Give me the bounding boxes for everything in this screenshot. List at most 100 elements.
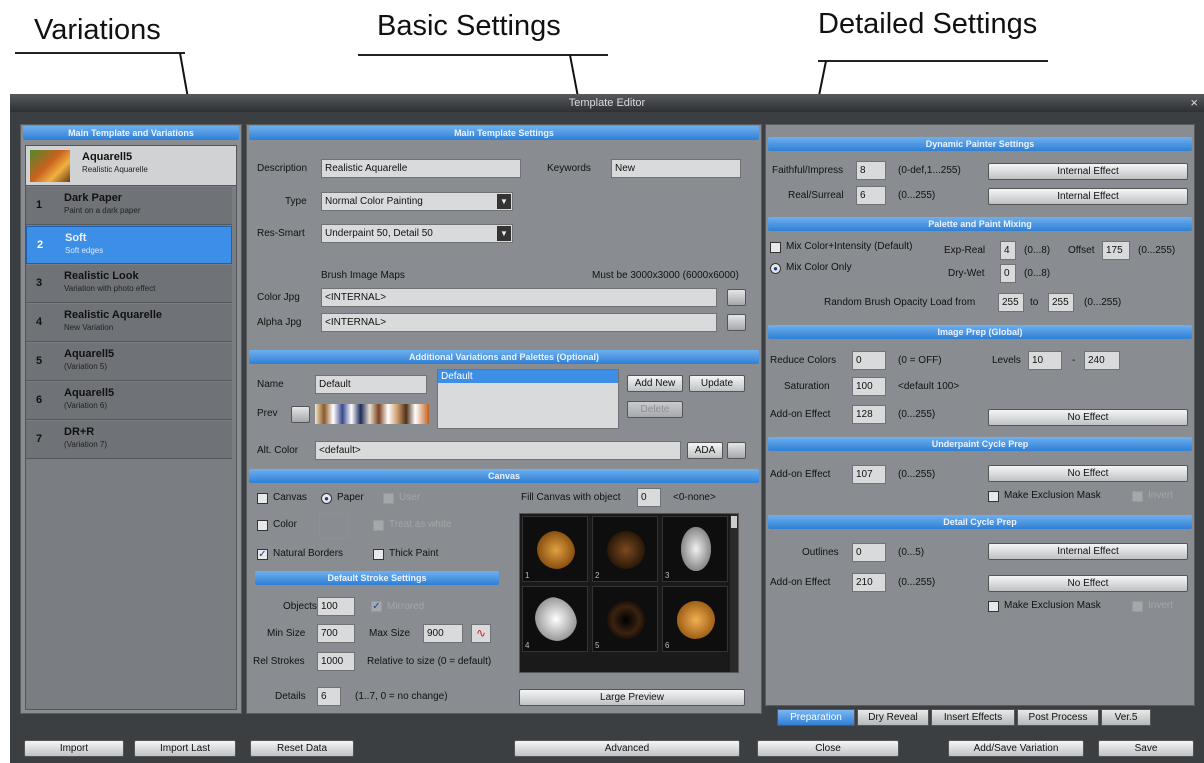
underpaint-exclusion-checkbox[interactable] xyxy=(988,491,999,502)
paper-radio[interactable]: ● xyxy=(321,493,332,504)
detail-exclusion-checkbox[interactable] xyxy=(988,601,999,612)
variation-item[interactable]: 1 Dark Paper Paint on a dark paper xyxy=(26,187,232,225)
object-thumbnail[interactable]: 2 xyxy=(592,516,658,582)
canvas-checkbox[interactable] xyxy=(257,493,268,504)
underpaint-addon-field[interactable]: 107 xyxy=(852,465,886,484)
palette-list[interactable]: Default xyxy=(437,369,619,429)
reduce-colors-field[interactable]: 0 xyxy=(852,351,886,370)
random-from-field[interactable]: 255 xyxy=(998,293,1024,312)
curve-icon[interactable]: ∿ xyxy=(471,624,491,643)
tab-insert-effects[interactable]: Insert Effects xyxy=(931,709,1015,726)
close-button[interactable]: Close xyxy=(757,740,899,757)
detail-invert-checkbox[interactable] xyxy=(1132,601,1143,612)
real-surreal-field[interactable]: 6 xyxy=(856,186,886,205)
advanced-button[interactable]: Advanced xyxy=(514,740,740,757)
variation-item[interactable]: 4 Realistic Aquarelle New Variation xyxy=(26,304,232,342)
update-button[interactable]: Update xyxy=(689,375,745,392)
imageprep-addon-field[interactable]: 128 xyxy=(852,405,886,424)
thick-paint-checkbox[interactable] xyxy=(373,549,384,560)
detail-addon-field[interactable]: 210 xyxy=(852,573,886,592)
variation-subtitle: New Variation xyxy=(64,323,114,332)
tab-dry-reveal[interactable]: Dry Reveal xyxy=(857,709,929,726)
variation-item[interactable]: 5 Aquarell5 (Variation 5) xyxy=(26,343,232,381)
variation-item[interactable]: 3 Realistic Look Variation with photo effe… xyxy=(26,265,232,303)
imageprep-effect-button[interactable]: No Effect xyxy=(988,409,1188,426)
offset-range: (0...255) xyxy=(1138,245,1176,256)
reset-data-button[interactable]: Reset Data xyxy=(250,740,354,757)
saturation-field[interactable]: 100 xyxy=(852,377,886,396)
alt-color-field[interactable]: <default> xyxy=(315,441,681,460)
tab-preparation[interactable]: Preparation xyxy=(777,709,855,726)
alpha-jpg-field[interactable]: <INTERNAL> xyxy=(321,313,717,332)
object-thumbnail[interactable]: 5 xyxy=(592,586,658,652)
random-to-field[interactable]: 255 xyxy=(1048,293,1074,312)
variation-main-template[interactable]: Aquarell5 Realistic Aquarelle xyxy=(26,146,236,186)
variation-item[interactable]: 7 DR+R (Variation 7) xyxy=(26,421,232,459)
variation-item[interactable]: 6 Aquarell5 (Variation 6) xyxy=(26,382,232,420)
min-size-field[interactable]: 700 xyxy=(317,624,355,643)
alt-color-browse-button[interactable] xyxy=(727,442,746,459)
offset-field[interactable]: 175 xyxy=(1102,241,1130,260)
large-preview-button[interactable]: Large Preview xyxy=(519,689,745,706)
tab-version[interactable]: Ver.5 xyxy=(1101,709,1151,726)
grid-scrollbar[interactable] xyxy=(730,514,738,672)
name-field[interactable]: Default xyxy=(315,375,427,394)
outlines-field[interactable]: 0 xyxy=(852,543,886,562)
import-last-button[interactable]: Import Last xyxy=(134,740,236,757)
mix-only-radio[interactable]: ● xyxy=(770,263,781,274)
outlines-effect-button[interactable]: Internal Effect xyxy=(988,543,1188,560)
object-thumbnail[interactable]: 6 xyxy=(662,586,728,652)
underpaint-effect-button[interactable]: No Effect xyxy=(988,465,1188,482)
real-effect-button[interactable]: Internal Effect xyxy=(988,188,1188,205)
natural-borders-checkbox[interactable]: ✓ xyxy=(257,549,268,560)
detail-effect-button[interactable]: No Effect xyxy=(988,575,1188,592)
variation-item-selected[interactable]: 2 Soft Soft edges xyxy=(26,226,232,264)
mix-intensity-checkbox[interactable] xyxy=(770,242,781,253)
treat-white-checkbox[interactable] xyxy=(373,520,384,531)
thumbnail-number: 4 xyxy=(525,641,530,650)
import-button[interactable]: Import xyxy=(24,740,124,757)
add-new-button[interactable]: Add New xyxy=(627,375,683,392)
close-icon[interactable]: × xyxy=(1190,94,1198,112)
tab-post-process[interactable]: Post Process xyxy=(1017,709,1099,726)
treat-white-label: Treat as white xyxy=(389,519,452,530)
object-thumbnail-grid[interactable]: 1 2 3 4 5 6 xyxy=(519,513,739,673)
object-thumbnail[interactable]: 4 xyxy=(522,586,588,652)
prev-button[interactable] xyxy=(291,406,310,423)
scrollbar-thumb[interactable] xyxy=(731,516,737,528)
object-thumbnail[interactable]: 1 xyxy=(522,516,588,582)
type-dropdown[interactable]: Normal Color Painting ▼ xyxy=(321,192,513,211)
browse-color-button[interactable] xyxy=(727,289,746,306)
exp-real-field[interactable]: 4 xyxy=(1000,241,1016,260)
fill-canvas-field[interactable]: 0 xyxy=(637,488,661,507)
res-smart-label: Res-Smart xyxy=(257,228,305,239)
user-checkbox[interactable] xyxy=(383,493,394,504)
mirrored-checkbox[interactable]: ✓ xyxy=(371,601,382,612)
underpaint-invert-checkbox[interactable] xyxy=(1132,491,1143,502)
browse-alpha-button[interactable] xyxy=(727,314,746,331)
rel-strokes-field[interactable]: 1000 xyxy=(317,652,355,671)
description-field[interactable]: Realistic Aquarelle xyxy=(321,159,521,178)
color-swatch[interactable] xyxy=(319,513,349,539)
faithful-effect-button[interactable]: Internal Effect xyxy=(988,163,1188,180)
underpaint-exclusion-label: Make Exclusion Mask xyxy=(1004,490,1101,501)
levels-low-field[interactable]: 10 xyxy=(1028,351,1062,370)
dry-wet-field[interactable]: 0 xyxy=(1000,264,1016,283)
ada-button[interactable]: ADA xyxy=(687,442,723,459)
color-jpg-field[interactable]: <INTERNAL> xyxy=(321,288,717,307)
keywords-field[interactable]: New xyxy=(611,159,741,178)
faithful-impress-field[interactable]: 8 xyxy=(856,161,886,180)
delete-button[interactable]: Delete xyxy=(627,401,683,418)
save-button[interactable]: Save xyxy=(1098,740,1194,757)
res-smart-dropdown[interactable]: Underpaint 50, Detail 50 ▼ xyxy=(321,224,513,243)
color-checkbox[interactable] xyxy=(257,520,268,531)
max-size-field[interactable]: 900 xyxy=(423,624,463,643)
add-save-variation-button[interactable]: Add/Save Variation xyxy=(948,740,1084,757)
palette-list-item[interactable]: Default xyxy=(438,370,618,383)
levels-high-field[interactable]: 240 xyxy=(1084,351,1120,370)
objects-field[interactable]: 100 xyxy=(317,597,355,616)
variation-name: Dark Paper xyxy=(64,192,123,204)
palette-preview[interactable] xyxy=(315,404,429,424)
object-thumbnail[interactable]: 3 xyxy=(662,516,728,582)
details-field[interactable]: 6 xyxy=(317,687,341,706)
